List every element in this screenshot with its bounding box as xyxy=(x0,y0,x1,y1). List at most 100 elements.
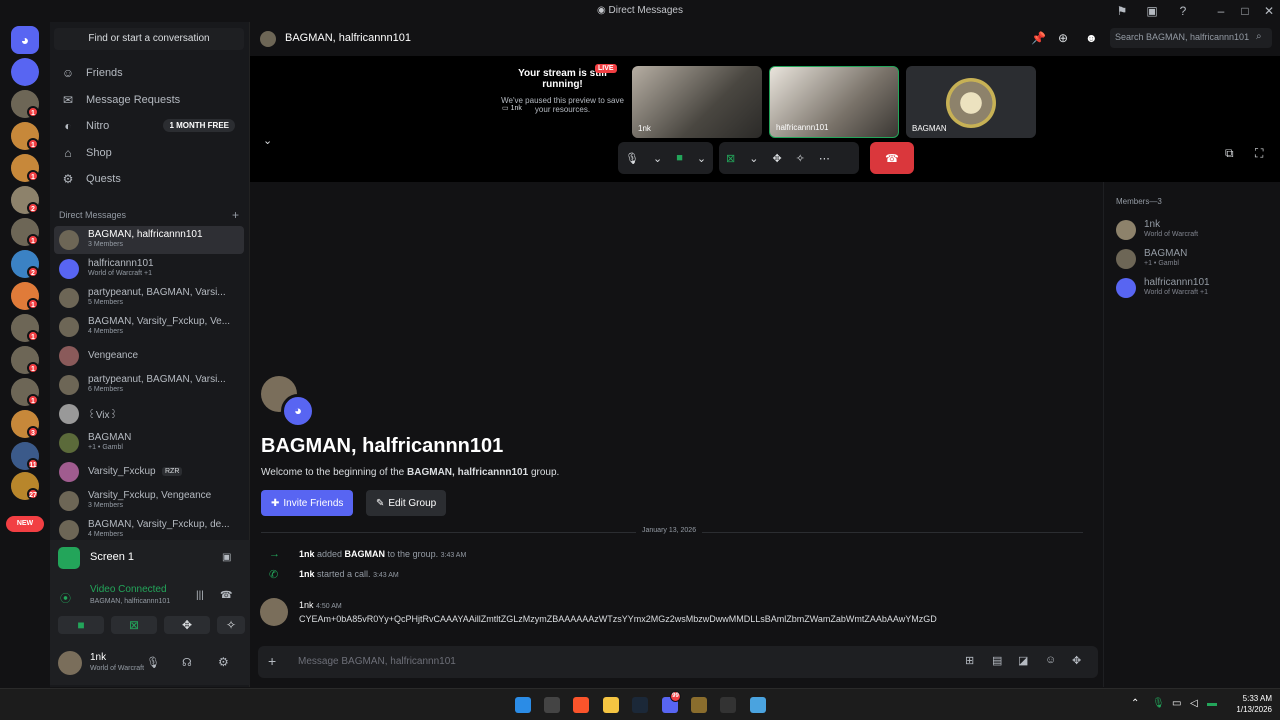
microphone-icon[interactable]: 🎙 xyxy=(1152,698,1165,709)
message-input[interactable]: Message BAGMAN, halfricannn101 xyxy=(298,656,456,667)
avatar[interactable] xyxy=(58,651,82,675)
close-icon[interactable]: ✕ xyxy=(1262,4,1276,18)
inbox-icon[interactable]: ▣ xyxy=(1145,4,1159,18)
add-friend-icon[interactable]: ⊕ xyxy=(1058,31,1068,45)
steam-icon[interactable] xyxy=(632,697,648,713)
guild-item[interactable]: 1 xyxy=(11,378,39,406)
guild-item[interactable] xyxy=(11,58,39,86)
chevron-up-icon[interactable]: ⌃ xyxy=(1131,698,1139,709)
sticker-icon[interactable]: ◪ xyxy=(1018,654,1028,667)
gif-icon[interactable]: ▤ xyxy=(992,654,1002,667)
headphones-icon[interactable]: ☊ xyxy=(182,656,192,669)
dm-item[interactable]: Varsity_Fxckup, Vengeance 3 Members xyxy=(54,487,244,515)
main-panel: BAGMAN, halfricannn101 📌 ⊕ ☻ Search BAGM… xyxy=(250,22,1280,687)
dm-item[interactable]: ꒰Vix꒱ xyxy=(54,400,244,428)
inbox-flag-icon[interactable]: ⚑ xyxy=(1115,4,1129,18)
leave-call-button[interactable]: ☎ xyxy=(870,142,914,174)
brave-icon[interactable] xyxy=(573,697,589,713)
signal-icon: ⦿ xyxy=(60,593,71,605)
guild-item[interactable]: 1 xyxy=(11,314,39,342)
dm-item[interactable]: halfricannn101 World of Warcraft +1 xyxy=(54,255,244,283)
activities-button[interactable]: ✥ xyxy=(164,616,210,634)
noise-suppression-icon[interactable]: ||| xyxy=(196,590,204,601)
member-item[interactable]: 1nk World of Warcraft xyxy=(1116,219,1276,246)
guild-item[interactable]: 1 xyxy=(11,122,39,150)
nav-friends[interactable]: ☺ Friends xyxy=(55,60,245,85)
dm-item[interactable]: Vengeance xyxy=(54,342,244,370)
gift-icon[interactable]: ⊞ xyxy=(965,654,974,667)
dm-item[interactable]: Varsity_Fxckup RZR xyxy=(54,458,244,486)
screen-icon: ▭ xyxy=(502,105,511,112)
message-composer[interactable]: + Message BAGMAN, halfricannn101 ⊞ ▤ ◪ ☺… xyxy=(258,646,1098,678)
guild-item[interactable]: 2 xyxy=(11,186,39,214)
pin-icon[interactable]: 📌 xyxy=(1031,31,1046,45)
settings-gear-icon[interactable]: ⚙ xyxy=(218,655,229,669)
search-input[interactable]: Search BAGMAN, halfricannn101 ⌕ xyxy=(1110,28,1272,48)
avatar xyxy=(59,462,79,482)
network-icon[interactable]: ▭ xyxy=(1172,698,1181,709)
dm-item[interactable]: partypeanut, BAGMAN, Varsi... 6 Members xyxy=(54,371,244,399)
stream-paused-card[interactable]: Your stream is still running! We've paus… xyxy=(500,64,625,128)
minimize-icon[interactable]: – xyxy=(1214,4,1228,18)
task-view-icon[interactable] xyxy=(544,697,560,713)
help-icon[interactable]: ? xyxy=(1176,4,1190,18)
upload-plus-icon[interactable]: + xyxy=(268,653,276,669)
disconnect-icon[interactable]: ☎ xyxy=(220,590,232,601)
member-item[interactable]: BAGMAN +1 • Gambl xyxy=(1116,248,1276,275)
emoji-icon[interactable]: ☺ xyxy=(1045,654,1056,666)
volume-icon[interactable]: ◁ xyxy=(1190,698,1198,709)
soundboard-button[interactable]: ✧ xyxy=(217,616,245,634)
mic-control[interactable]: 🎙 ⌄ ■ ⌄ xyxy=(618,142,713,174)
avatar[interactable] xyxy=(260,598,288,626)
dm-item[interactable]: partypeanut, BAGMAN, Varsi... 5 Members xyxy=(54,284,244,312)
discord-home-icon[interactable]: ◕ xyxy=(11,26,39,54)
camera-button[interactable]: ■ xyxy=(58,616,104,634)
guild-item[interactable]: 1 xyxy=(11,90,39,118)
share-control[interactable]: ⊠ ⌄ ✥ ✧ ⋯ xyxy=(719,142,859,174)
nav-shop[interactable]: ⌂ Shop xyxy=(55,140,245,165)
clock[interactable]: 5:33 AM 1/13/2026 xyxy=(1228,693,1272,715)
dm-item[interactable]: BAGMAN, halfricannn101 3 Members xyxy=(54,226,244,254)
shop-icon: ⌂ xyxy=(64,145,72,160)
fullscreen-icon[interactable]: ⛶ xyxy=(1255,146,1263,161)
collapse-chevron-icon[interactable]: ⌄ xyxy=(263,134,272,147)
start-icon[interactable] xyxy=(515,697,531,713)
nav-quests[interactable]: ⚙ Quests xyxy=(55,166,245,191)
voice-channel-name[interactable]: BAGMAN, halfricannn101 xyxy=(90,598,170,605)
guild-item[interactable]: 1 xyxy=(11,218,39,246)
apps-icon[interactable]: ✥ xyxy=(1072,654,1081,667)
guild-item[interactable]: 3 xyxy=(11,410,39,438)
member-list-icon[interactable]: ☻ xyxy=(1085,31,1098,45)
member-item[interactable]: halfricannn101 World of Warcraft +1 xyxy=(1116,277,1276,304)
guild-item[interactable]: 1 xyxy=(11,282,39,310)
guild-item[interactable]: 27 xyxy=(11,472,39,500)
video-tile[interactable]: 1nk xyxy=(632,66,762,138)
file-explorer-icon[interactable] xyxy=(603,697,619,713)
guild-item[interactable]: 2 xyxy=(11,250,39,278)
nav-nitro[interactable]: ◐ Nitro 1 MONTH FREE xyxy=(55,113,245,138)
warcraft-icon[interactable] xyxy=(691,697,707,713)
settings-icon[interactable] xyxy=(720,697,736,713)
invite-friends-button[interactable]: ✚ Invite Friends xyxy=(261,490,354,516)
battery-icon[interactable]: ▬ xyxy=(1207,698,1217,709)
notepad-icon[interactable] xyxy=(750,697,766,713)
avatar xyxy=(59,375,79,395)
dm-item[interactable]: BAGMAN +1 • Gambl xyxy=(54,429,244,457)
maximize-icon[interactable]: □ xyxy=(1238,4,1252,18)
create-dm-icon[interactable]: + xyxy=(232,208,239,222)
discord-icon[interactable]: 99 xyxy=(662,691,681,713)
guild-item[interactable]: 11 xyxy=(11,442,39,470)
dm-item[interactable]: BAGMAN, Varsity_Fxckup, Ve... 4 Members xyxy=(54,313,244,341)
nav-message-requests[interactable]: ✉ Message Requests xyxy=(55,87,245,112)
video-tile[interactable]: BAGMAN xyxy=(906,66,1036,138)
stop-stream-icon[interactable]: ▣ xyxy=(222,552,231,563)
guild-item[interactable]: 1 xyxy=(11,154,39,182)
popout-icon[interactable]: ⧉ xyxy=(1225,146,1234,161)
screen-share-button[interactable]: ⊠ xyxy=(111,616,157,634)
microphone-icon[interactable]: 🎙 xyxy=(146,656,160,669)
video-tile[interactable]: halfricannn101 xyxy=(769,66,899,138)
edit-group-button[interactable]: ✎ Edit Group xyxy=(366,490,447,516)
find-conversation-button[interactable]: Find or start a conversation xyxy=(54,28,244,50)
new-badge[interactable]: NEW xyxy=(6,516,44,532)
guild-item[interactable]: 1 xyxy=(11,346,39,374)
